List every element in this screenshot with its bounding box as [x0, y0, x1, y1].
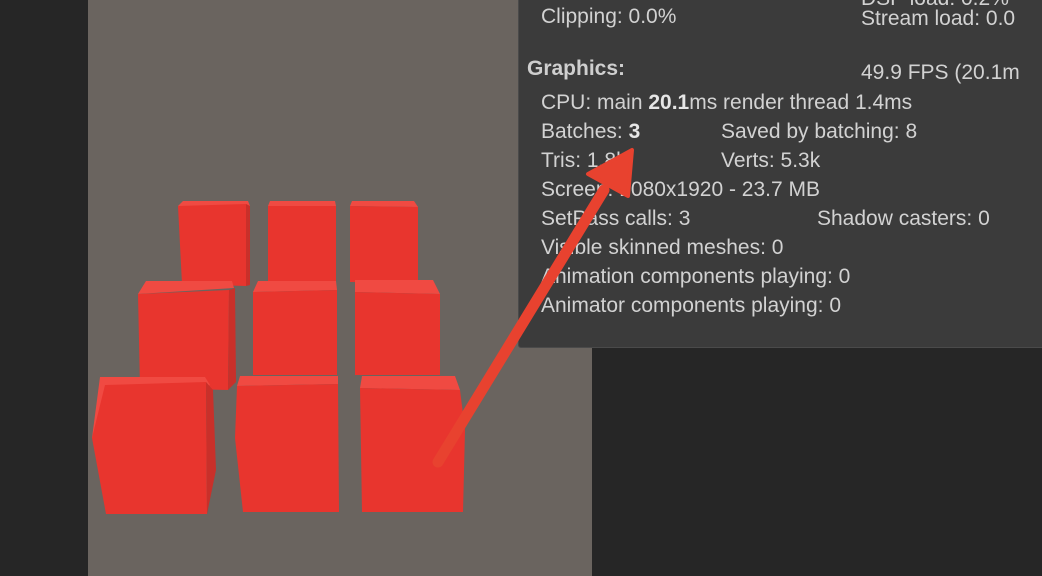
batches-label: Batches: [541, 120, 629, 143]
animator-components-stat: Animator components playing: 0 [541, 294, 841, 317]
unity-editor-viewport: Clipping: 0.0% DSP load: 0.2% Stream loa… [0, 0, 1042, 576]
setpass-calls-stat: SetPass calls: 3 [541, 207, 691, 230]
batches-value: 3 [628, 120, 641, 143]
fps-stat: 49.9 FPS (20.1m [861, 61, 1020, 84]
cube [178, 201, 250, 286]
graphics-header: Graphics: [527, 57, 626, 80]
saved-by-batching-stat: Saved by batching: 8 [721, 120, 918, 143]
cube [268, 201, 336, 283]
batches-stat: Batches: 3 [541, 120, 640, 144]
cpu-label: CPU: main [541, 91, 649, 114]
visible-skinned-meshes-stat: Visible skinned meshes: 0 [541, 236, 784, 259]
cpu-stat: CPU: main 20.1ms render thread 1.4ms [541, 91, 912, 115]
animation-components-stat: Animation components playing: 0 [541, 265, 851, 288]
stream-load-stat: Stream load: 0.0 [861, 7, 1016, 30]
cube [350, 201, 418, 282]
cube [92, 377, 216, 514]
cube [355, 280, 440, 375]
cpu-main-value: 20.1 [648, 91, 690, 114]
cpu-suffix: ms render thread 1.4ms [689, 91, 913, 114]
stats-panel: Clipping: 0.0% DSP load: 0.2% Stream loa… [518, 0, 1042, 348]
clipping-stat: Clipping: 0.0% [541, 5, 677, 28]
cube [360, 376, 465, 512]
cube [235, 376, 339, 512]
verts-stat: Verts: 5.3k [721, 149, 821, 172]
tris-stat: Tris: 1.8k [541, 149, 627, 172]
cube [253, 281, 337, 375]
cube [138, 281, 236, 390]
screen-stat: Screen: 1080x1920 - 23.7 MB [541, 178, 821, 201]
shadow-casters-stat: Shadow casters: 0 [817, 207, 990, 230]
